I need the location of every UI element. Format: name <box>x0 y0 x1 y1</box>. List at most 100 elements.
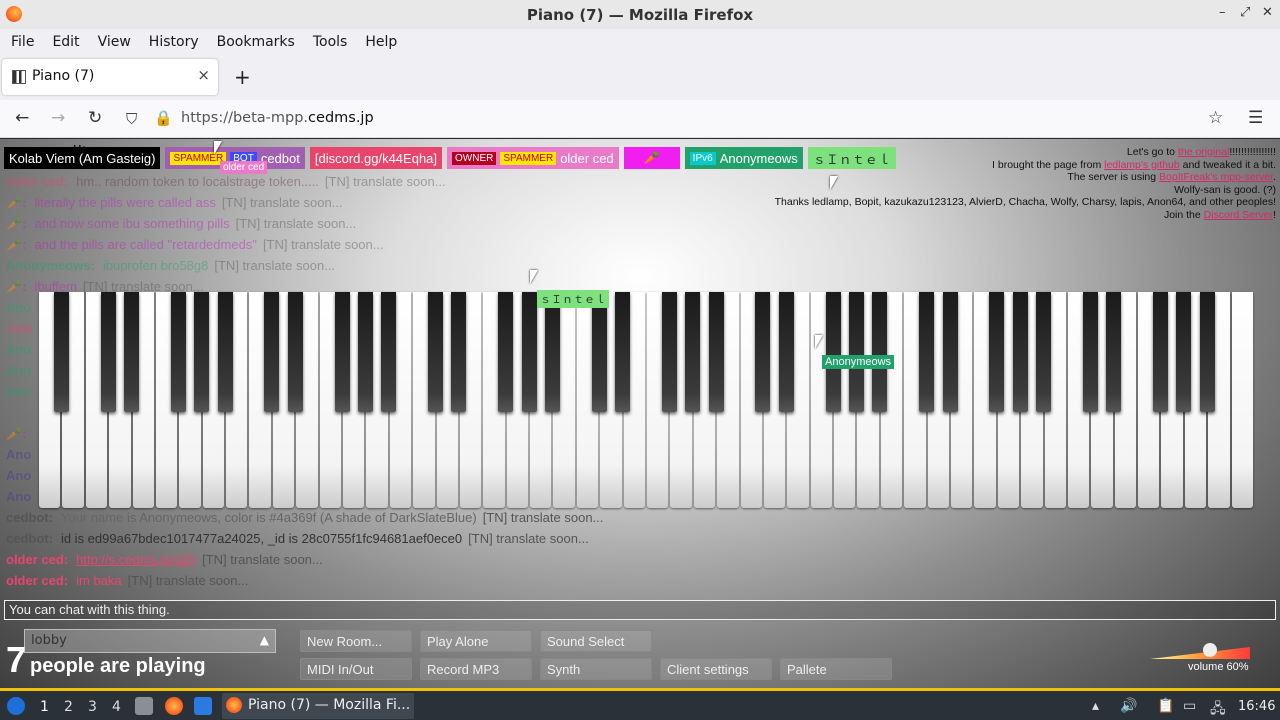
new-room-button[interactable]: New Room... <box>300 630 412 652</box>
menu-edit[interactable]: Edit <box>45 34 86 50</box>
cursor-icon <box>830 176 838 190</box>
piano-black-key[interactable] <box>848 292 864 412</box>
cursor-label-sintel: ｓＩｎｔｅｌ <box>537 290 609 308</box>
piano-black-key[interactable] <box>1036 292 1052 412</box>
app-menu-icon[interactable]: ☰ <box>1248 108 1263 128</box>
piano-black-key[interactable] <box>217 292 233 412</box>
minimize-button[interactable]: – <box>1219 5 1226 20</box>
window-title: Piano (7) — Mozilla Firefox <box>526 6 754 24</box>
piano-black-key[interactable] <box>287 292 303 412</box>
piano-black-key[interactable] <box>124 292 140 412</box>
reload-icon[interactable]: ↻ <box>88 108 102 128</box>
workspace-4[interactable]: 4 <box>112 699 121 715</box>
close-window-button[interactable]: ✕ <box>1262 5 1273 20</box>
url-text[interactable]: https://beta-mpp.cedms.jp <box>181 110 374 126</box>
chat-input[interactable]: You can chat with this thing. <box>4 600 1276 620</box>
menu-help[interactable]: Help <box>358 34 404 50</box>
file-manager-icon[interactable] <box>135 697 153 715</box>
piano-black-key[interactable] <box>942 292 958 412</box>
display-icon[interactable]: ▭ <box>1183 698 1196 714</box>
record-mp3-button[interactable]: Record MP3 <box>420 658 532 680</box>
piano-black-key[interactable] <box>194 292 210 412</box>
piano-black-key[interactable] <box>872 292 888 412</box>
forward-arrow-icon[interactable]: → <box>51 108 65 128</box>
firefox-icon[interactable] <box>165 697 183 715</box>
lock-icon[interactable]: 🔒 <box>154 109 173 127</box>
piano-black-key[interactable] <box>685 292 701 412</box>
workspace-1[interactable]: 1 <box>40 699 49 715</box>
tab-strip: Piano (7) × + <box>0 54 1280 100</box>
chat-link[interactable]: http://s.cedms.jp/g2h <box>76 552 196 567</box>
menu-view[interactable]: View <box>91 34 138 50</box>
start-menu-icon[interactable] <box>7 697 25 715</box>
server-link[interactable]: BopItFreak's mpp-server <box>1159 171 1273 183</box>
piano-black-key[interactable] <box>825 292 841 412</box>
chat-message: older ced: hm.. random token to localstra… <box>6 174 446 189</box>
bookmark-star-icon[interactable]: ☆ <box>1208 108 1223 128</box>
player-discord[interactable]: [discord.gg/k44Eqha] <box>309 147 443 169</box>
piano-black-key[interactable] <box>264 292 280 412</box>
player-carrot[interactable]: 🥕 <box>623 147 680 169</box>
tracking-shield-icon[interactable]: ⛉ <box>126 110 137 128</box>
menu-history[interactable]: History <box>142 34 206 50</box>
piano-black-key[interactable] <box>451 292 467 412</box>
piano-black-key[interactable] <box>755 292 771 412</box>
piano-keyboard[interactable] <box>38 292 1254 510</box>
piano-black-key[interactable] <box>170 292 186 412</box>
synth-button[interactable]: Synth <box>540 658 652 680</box>
sound-select-button[interactable]: Sound Select <box>540 630 652 652</box>
volume-icon[interactable]: 🔊 <box>1120 698 1137 714</box>
piano-black-key[interactable] <box>428 292 444 412</box>
menu-bookmarks[interactable]: Bookmarks <box>210 34 302 50</box>
workspace-3[interactable]: 3 <box>88 699 97 715</box>
piano-black-key[interactable] <box>1152 292 1168 412</box>
player-list: Kolab Viem (Am Gasteig) SPAMMER BOT cedb… <box>4 147 896 171</box>
maximize-button[interactable]: ⤢ <box>1240 5 1250 20</box>
piano-white-key[interactable] <box>1231 292 1253 508</box>
piano-black-key[interactable] <box>778 292 794 412</box>
back-arrow-icon[interactable]: ← <box>15 108 29 128</box>
clipboard-icon[interactable]: 📋 <box>1157 698 1174 714</box>
piano-black-key[interactable] <box>591 292 607 412</box>
piano-black-key[interactable] <box>381 292 397 412</box>
network-icon[interactable]: 🖧 <box>1210 698 1226 720</box>
piano-black-key[interactable] <box>708 292 724 412</box>
piano-black-key[interactable] <box>1176 292 1192 412</box>
piano-black-key[interactable] <box>615 292 631 412</box>
piano-black-key[interactable] <box>661 292 677 412</box>
piano-black-key[interactable] <box>919 292 935 412</box>
desktop-icon[interactable] <box>194 697 212 715</box>
piano-black-key[interactable] <box>334 292 350 412</box>
midi-button[interactable]: MIDI In/Out <box>300 658 412 680</box>
menu-tools[interactable]: Tools <box>306 34 355 50</box>
piano-black-key[interactable] <box>1106 292 1122 412</box>
volume-track[interactable] <box>1150 647 1250 659</box>
tab-piano[interactable]: Piano (7) × <box>2 59 218 95</box>
piano-black-key[interactable] <box>53 292 69 412</box>
workspace-2[interactable]: 2 <box>64 699 73 715</box>
discord-link[interactable]: Discord Server <box>1204 209 1273 221</box>
play-alone-button[interactable]: Play Alone <box>420 630 532 652</box>
original-link[interactable]: the original <box>1178 146 1229 158</box>
piano-black-key[interactable] <box>357 292 373 412</box>
piano-black-key[interactable] <box>498 292 514 412</box>
pallete-button[interactable]: Pallete <box>780 658 892 680</box>
piano-black-key[interactable] <box>544 292 560 412</box>
piano-black-key[interactable] <box>521 292 537 412</box>
taskbar-task-firefox[interactable]: Piano (7) — Mozilla Fi... <box>222 693 414 719</box>
piano-black-key[interactable] <box>100 292 116 412</box>
piano-black-key[interactable] <box>1012 292 1028 412</box>
piano-black-key[interactable] <box>1082 292 1098 412</box>
github-link[interactable]: ledlamp's github <box>1104 159 1180 171</box>
url-bar[interactable]: ⛉ 🔒 https://beta-mpp.cedms.jp <box>118 104 1234 134</box>
piano-black-key[interactable] <box>989 292 1005 412</box>
piano-black-key[interactable] <box>1199 292 1215 412</box>
client-settings-button[interactable]: Client settings <box>660 658 772 680</box>
player-older-ced[interactable]: OWNER SPAMMER older ced <box>447 147 619 169</box>
close-tab-button[interactable]: × <box>197 66 210 84</box>
chat-message: cedbot: Your name is Anonymeows, color is… <box>6 510 604 525</box>
new-tab-button[interactable]: + <box>234 65 251 89</box>
tray-up-icon[interactable]: ▴ <box>1092 698 1099 714</box>
menu-file[interactable]: File <box>4 34 41 50</box>
volume-knob[interactable] <box>1203 643 1217 657</box>
